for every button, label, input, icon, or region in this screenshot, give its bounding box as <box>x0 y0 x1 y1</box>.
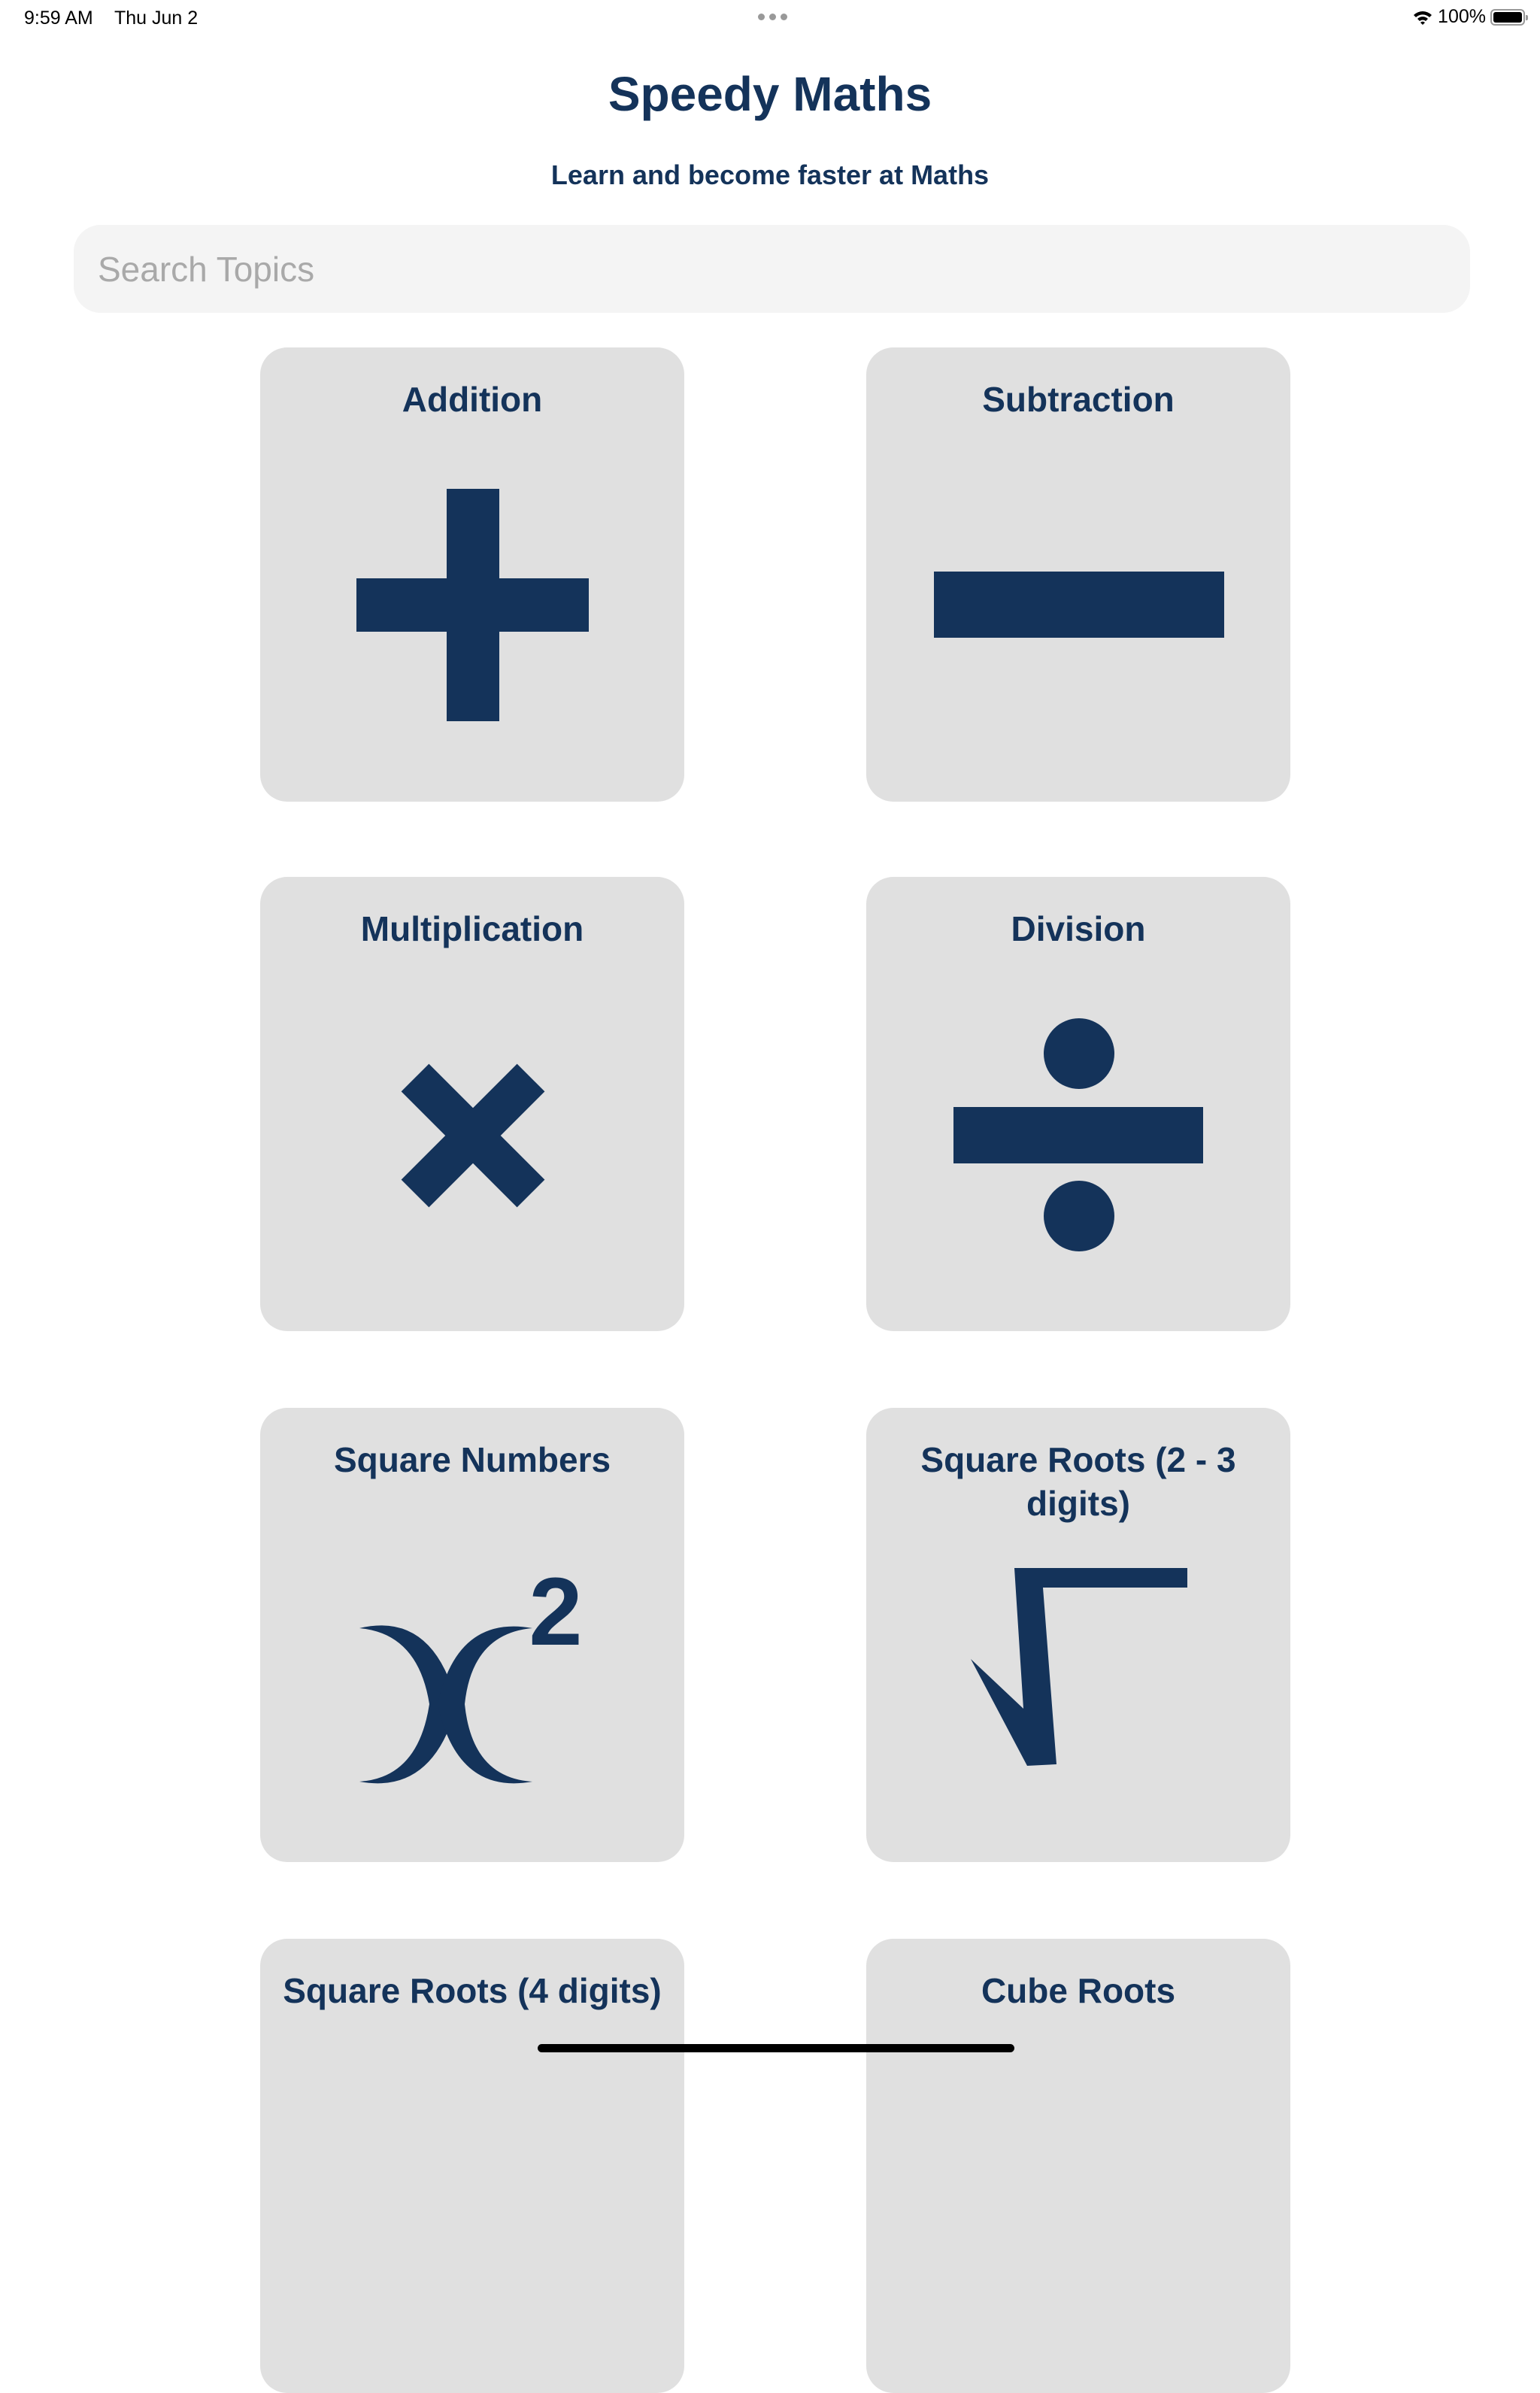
status-time: 9:59 AM <box>24 8 93 29</box>
status-bar: 9:59 AM Thu Jun 2 100% <box>0 0 1540 38</box>
status-date: Thu Jun 2 <box>114 8 199 29</box>
plus-icon <box>356 489 589 721</box>
multiply-icon <box>401 1063 545 1208</box>
topic-card-square-roots-2-3[interactable]: Square Roots (2 - 3 digits) <box>866 1408 1290 1862</box>
battery-percent: 100% <box>1438 6 1486 27</box>
minus-icon <box>934 572 1224 638</box>
topic-card-multiplication[interactable]: Multiplication <box>260 877 684 1331</box>
topic-card-subtraction[interactable]: Subtraction <box>866 347 1290 802</box>
wifi-icon <box>1414 11 1432 25</box>
topic-title: Square Roots (4 digits) <box>283 1971 662 2010</box>
page-title: Speedy Maths <box>608 67 932 121</box>
topic-card-square-numbers[interactable]: Square Numbers 2 <box>260 1408 684 1862</box>
x-squared-icon: 2 <box>359 1558 583 1784</box>
battery-icon <box>1490 8 1528 26</box>
exponent-text: 2 <box>529 1558 582 1666</box>
topic-card-square-roots-4[interactable]: Square Roots (4 digits) <box>260 1939 684 2393</box>
topic-card-division[interactable]: Division <box>866 877 1290 1331</box>
topic-title: Cube Roots <box>981 1971 1176 2010</box>
page-subtitle: Learn and become faster at Maths <box>550 159 990 190</box>
status-right: 100% <box>1412 6 1528 28</box>
topic-card-addition[interactable]: Addition <box>260 347 684 802</box>
square-root-icon <box>971 1568 1187 1766</box>
topic-card-cube-roots[interactable]: Cube Roots <box>866 1939 1290 2393</box>
divide-icon <box>953 1018 1203 1251</box>
multitasking-dots-icon[interactable] <box>758 14 787 20</box>
home-indicator[interactable] <box>538 2044 1014 2052</box>
search-input[interactable] <box>74 225 1470 313</box>
